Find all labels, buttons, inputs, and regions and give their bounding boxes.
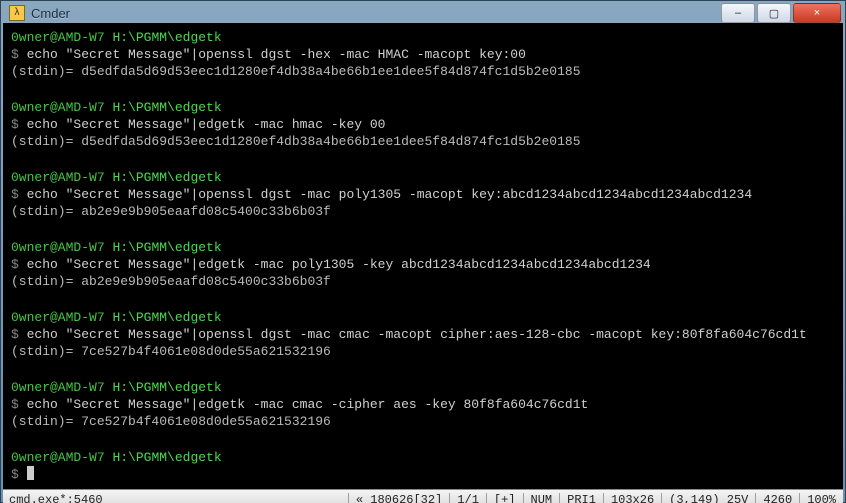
terminal[interactable]: 0wner@AMD-W7 H:\PGMM\edgetk $ echo "Secre… <box>3 23 843 489</box>
command-output: (stdin)= 7ce527b4f4061e08d0de55a62153219… <box>11 344 331 359</box>
command-text: echo "Secret Message"|openssl dgst -mac … <box>27 187 753 202</box>
app-icon: λ <box>9 5 25 21</box>
client-area: 0wner@AMD-W7 H:\PGMM\edgetk $ echo "Secre… <box>3 23 843 503</box>
minimize-button[interactable]: – <box>721 3 755 23</box>
command-block: 0wner@AMD-W7 H:\PGMM\edgetk $ echo "Secre… <box>11 379 835 430</box>
command-text: echo "Secret Message"|edgetk -mac poly13… <box>27 257 651 272</box>
status-item[interactable]: 103x26 <box>603 493 661 503</box>
titlebar[interactable]: λ Cmder – ▢ × <box>3 3 843 23</box>
command-block: 0wner@AMD-W7 H:\PGMM\edgetk $ echo "Secre… <box>11 239 835 290</box>
prompt-user: 0wner@AMD-W7 <box>11 100 105 115</box>
prompt-path: H:\PGMM\edgetk <box>112 30 221 45</box>
status-left[interactable]: cmd.exe*:5460 <box>3 493 348 503</box>
command-block: 0wner@AMD-W7 H:\PGMM\edgetk $ echo "Secre… <box>11 169 835 220</box>
prompt-symbol: $ <box>11 187 19 202</box>
status-item[interactable]: [+] <box>486 493 523 503</box>
status-right: « 180626[32]1/1[+]NUMPRI1103x26(3,149) 2… <box>348 493 843 503</box>
prompt-user: 0wner@AMD-W7 <box>11 240 105 255</box>
cmder-window: λ Cmder – ▢ × 0wner@AMD-W7 H:\PGMM\edget… <box>0 0 846 503</box>
command-block: 0wner@AMD-W7 H:\PGMM\edgetk $ echo "Secre… <box>11 309 835 360</box>
prompt-path: H:\PGMM\edgetk <box>112 380 221 395</box>
window-title: Cmder <box>31 6 721 21</box>
maximize-button[interactable]: ▢ <box>757 3 791 23</box>
command-text: echo "Secret Message"|edgetk -mac cmac -… <box>27 397 589 412</box>
status-bar: cmd.exe*:5460 « 180626[32]1/1[+]NUMPRI11… <box>3 489 843 503</box>
command-output: (stdin)= ab2e9e9b905eaafd08c5400c33b6b03… <box>11 274 331 289</box>
command-block: 0wner@AMD-W7 H:\PGMM\edgetk $ echo "Secre… <box>11 29 835 80</box>
close-button[interactable]: × <box>793 3 841 23</box>
prompt-user: 0wner@AMD-W7 <box>11 450 105 465</box>
cursor <box>27 466 34 480</box>
prompt-path: H:\PGMM\edgetk <box>112 170 221 185</box>
command-output: (stdin)= ab2e9e9b905eaafd08c5400c33b6b03… <box>11 204 331 219</box>
prompt-symbol: $ <box>11 327 19 342</box>
prompt-symbol: $ <box>11 467 19 482</box>
prompt-symbol: $ <box>11 397 19 412</box>
prompt-path: H:\PGMM\edgetk <box>112 100 221 115</box>
prompt-user: 0wner@AMD-W7 <box>11 310 105 325</box>
prompt-user: 0wner@AMD-W7 <box>11 30 105 45</box>
command-block: 0wner@AMD-W7 H:\PGMM\edgetk $ echo "Secre… <box>11 99 835 150</box>
command-text: echo "Secret Message"|edgetk -mac hmac -… <box>27 117 386 132</box>
status-item[interactable]: 1/1 <box>449 493 486 503</box>
command-output: (stdin)= d5edfda5d69d53eec1d1280ef4db38a… <box>11 64 581 79</box>
prompt-symbol: $ <box>11 117 19 132</box>
command-output: (stdin)= d5edfda5d69d53eec1d1280ef4db38a… <box>11 134 581 149</box>
prompt-user: 0wner@AMD-W7 <box>11 380 105 395</box>
command-output: (stdin)= 7ce527b4f4061e08d0de55a62153219… <box>11 414 331 429</box>
window-controls: – ▢ × <box>721 3 841 23</box>
status-item[interactable]: PRI1 <box>559 493 603 503</box>
prompt-symbol: $ <box>11 47 19 62</box>
status-item[interactable]: (3,149) 25V <box>661 493 755 503</box>
status-item[interactable]: « 180626[32] <box>348 493 449 503</box>
prompt-user: 0wner@AMD-W7 <box>11 170 105 185</box>
command-text: echo "Secret Message"|openssl dgst -mac … <box>27 327 807 342</box>
status-item[interactable]: 4260 <box>755 493 799 503</box>
lambda-icon: λ <box>14 8 20 19</box>
prompt-symbol: $ <box>11 257 19 272</box>
prompt-path: H:\PGMM\edgetk <box>112 450 221 465</box>
prompt-path: H:\PGMM\edgetk <box>112 310 221 325</box>
status-item[interactable]: NUM <box>523 493 560 503</box>
status-item[interactable]: 100% <box>799 493 843 503</box>
prompt-path: H:\PGMM\edgetk <box>112 240 221 255</box>
command-text: echo "Secret Message"|openssl dgst -hex … <box>27 47 526 62</box>
